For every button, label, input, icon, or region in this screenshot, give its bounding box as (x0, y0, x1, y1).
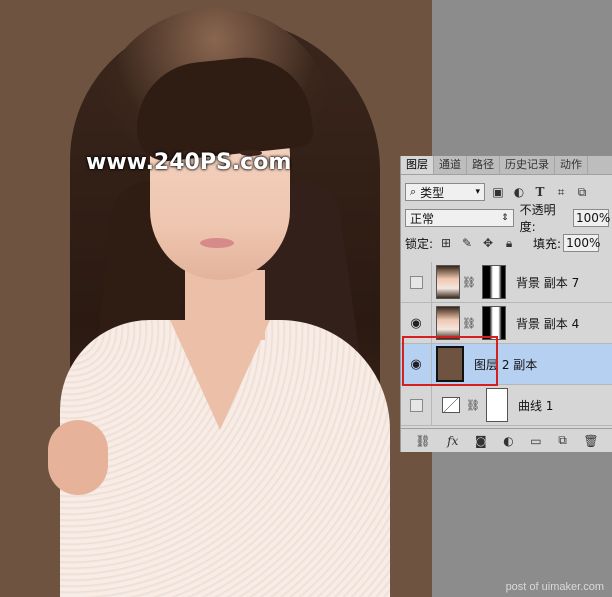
lock-all-icon[interactable]: 🔒︎ (501, 235, 517, 251)
chevron-down-icon: ▾ (475, 187, 480, 197)
fill-value: 100% (566, 236, 601, 250)
curves-adjustment-icon (442, 397, 460, 413)
photo-lips (200, 238, 234, 248)
layer-row-curves1[interactable]: ⛓︎ 曲线 1 (401, 385, 612, 426)
chevron-updown-icon: ⇕ (501, 213, 509, 223)
opacity-input[interactable]: 100% (573, 209, 611, 227)
link-chain-icon[interactable]: ⛓︎ (466, 399, 480, 412)
opacity-label: 不透明度: (519, 203, 556, 234)
layer-thumbnail (436, 265, 460, 299)
selection-highlight-box (402, 336, 498, 386)
adjustment-icon[interactable]: ◐ (503, 434, 513, 448)
layer-name: 背景 副本 7 (515, 275, 580, 290)
visibility-toggle[interactable] (401, 385, 432, 425)
layer-mask-thumbnail[interactable] (485, 388, 508, 422)
tab-channels[interactable]: 通道 (434, 156, 467, 174)
layer-row-copy7[interactable]: ⛓︎ 背景 副本 7 (401, 262, 612, 303)
fill-label: 填充: (533, 236, 562, 251)
mask-icon[interactable]: ◙ (475, 434, 487, 448)
adjustment-filter-icon[interactable]: ◐ (511, 184, 527, 200)
group-icon[interactable]: ▭ (530, 434, 541, 448)
opacity-value: 100% (576, 211, 611, 225)
fx-icon[interactable]: fx (447, 434, 458, 448)
layer-name: 曲线 1 (517, 398, 554, 413)
visibility-off-box (409, 398, 423, 412)
filter-kind-select[interactable]: ⌕ 类型 ▾ (405, 183, 485, 201)
lock-move-icon[interactable]: ✥ (480, 235, 496, 251)
blend-mode-value: 正常 (410, 211, 435, 226)
tab-history[interactable]: 历史记录 (500, 156, 555, 174)
visibility-off-box (409, 275, 423, 289)
lock-brush-icon[interactable]: ✎ (459, 235, 475, 251)
type-filter-icon[interactable]: T (532, 184, 548, 200)
panel-bottom-toolbar: ⛓︎ fx ◙ ◐ ▭ ⧉ 🗑︎ (401, 428, 612, 452)
link-icon[interactable]: ⛓︎ (415, 434, 430, 448)
smart-object-filter-icon[interactable]: ⧉ (574, 184, 590, 200)
delete-icon[interactable]: 🗑︎ (583, 434, 598, 448)
document-canvas[interactable]: www.240PS.com (0, 0, 432, 597)
image-filter-icon[interactable]: ▣ (490, 184, 506, 200)
blend-row: 正常 ⇕ 不透明度: 100% (401, 203, 612, 234)
lock-label: 锁定: (405, 236, 434, 251)
blend-mode-select[interactable]: 正常 ⇕ (405, 209, 514, 227)
tab-layers[interactable]: 图层 (401, 156, 434, 174)
link-chain-icon[interactable]: ⛓︎ (462, 317, 476, 330)
shape-filter-icon[interactable]: ⌗ (553, 184, 569, 200)
link-chain-icon[interactable]: ⛓︎ (462, 276, 476, 289)
panel-tabs: 图层 通道 路径 历史记录 动作 (401, 156, 612, 175)
filter-kind-label: 类型 (420, 185, 445, 200)
tab-actions[interactable]: 动作 (555, 156, 588, 174)
layer-mask-thumbnail[interactable] (481, 265, 506, 299)
tab-paths[interactable]: 路径 (467, 156, 500, 174)
layers-panel: 图层 通道 路径 历史记录 动作 ⌕ 类型 ▾ ▣ ◐ T ⌗ ⧉ 正常 ⇕ 不… (400, 156, 612, 452)
layer-name: 背景 副本 4 (515, 316, 580, 331)
search-icon: ⌕ (410, 185, 417, 198)
filter-row: ⌕ 类型 ▾ ▣ ◐ T ⌗ ⧉ (401, 179, 612, 205)
layer-thumbnail (436, 306, 460, 340)
watermark-text: www.240PS.com (86, 150, 292, 175)
lock-row: 锁定: ⊞ ✎ ✥ 🔒︎ 填充: 100% (401, 231, 612, 255)
visibility-toggle[interactable] (401, 262, 432, 302)
lock-transparent-icon[interactable]: ⊞ (438, 235, 454, 251)
photo-hand (48, 420, 108, 495)
eye-icon: ◉ (410, 315, 422, 331)
credit-text: post of uimaker.com (505, 581, 604, 593)
new-layer-icon[interactable]: ⧉ (558, 433, 567, 448)
layer-mask-thumbnail[interactable] (481, 306, 506, 340)
fill-input[interactable]: 100% (563, 234, 601, 252)
